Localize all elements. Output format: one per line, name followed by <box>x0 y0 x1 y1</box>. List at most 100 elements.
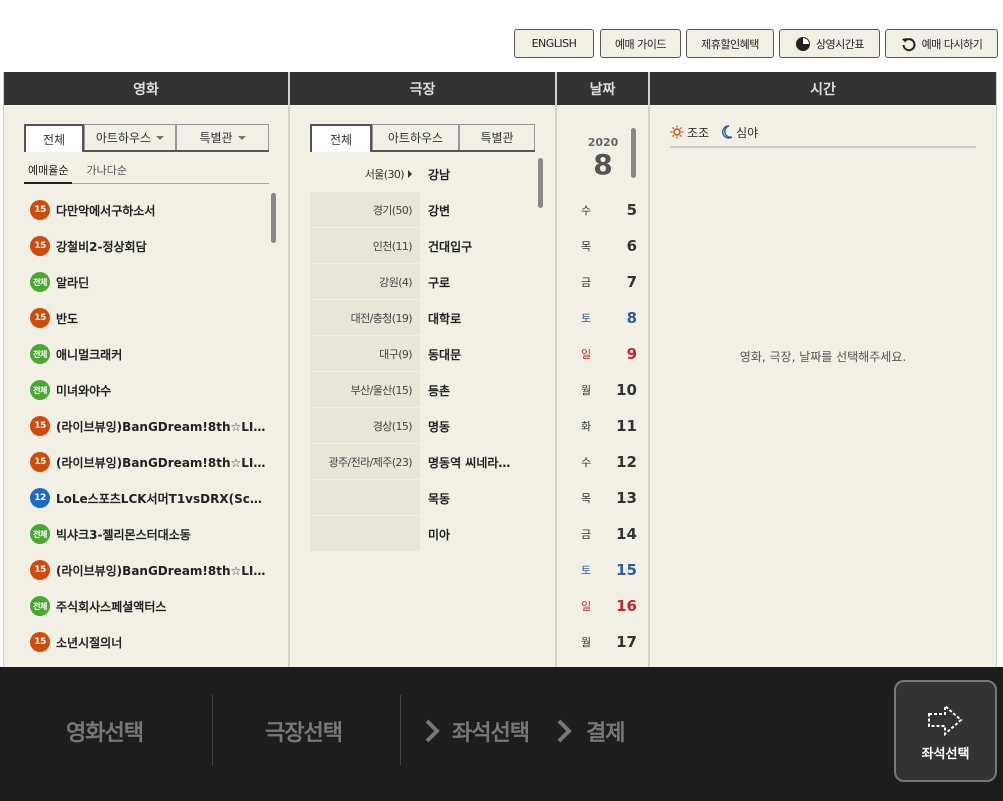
region-item[interactable]: 강원(4) <box>310 264 420 299</box>
movie-tab-all[interactable]: 전체 <box>24 124 84 152</box>
date-item[interactable]: 토8 <box>577 300 637 336</box>
day-of-week: 화 <box>580 420 592 433</box>
day-number: 7 <box>626 273 637 291</box>
movie-list-item[interactable]: 전체 빅샤크3-젤리몬스터대소동 <box>24 516 269 552</box>
date-item[interactable]: 일 16 <box>577 588 637 624</box>
day-number: 5 <box>626 201 637 219</box>
movie-list-item[interactable]: 전체 주식회사스페셜액터스 <box>24 588 269 624</box>
movie-title: (라이브뷰잉)BanGDream!8th☆LI… <box>56 419 266 434</box>
theater-item[interactable]: 강변 <box>420 192 535 228</box>
movie-list-item[interactable]: 12 LoLe스포츠LCK서머T1vsDRX(Scr… <box>24 480 269 516</box>
theater-item[interactable]: 구로 <box>420 264 535 300</box>
theater-item[interactable]: 대학로 <box>420 300 535 336</box>
region-item[interactable]: 대전/충청(19) <box>310 300 420 335</box>
theater-item[interactable]: 동대문 <box>420 336 535 372</box>
movie-list-item[interactable]: 전체 알라딘 <box>24 264 269 300</box>
sun-icon <box>670 125 684 139</box>
movie-list-item[interactable]: 15 다만악에서구하소서 <box>24 192 269 228</box>
theater-row: 미아 <box>310 516 545 552</box>
sort-by-name[interactable]: 가나다순 <box>82 160 130 184</box>
movie-list-item[interactable]: 15 반도 <box>24 300 269 336</box>
date-item[interactable]: 목 13 <box>577 480 637 516</box>
step-theater[interactable]: 극장선택 <box>265 715 343 747</box>
theater-item[interactable]: 명동 <box>420 408 535 444</box>
movie-title: (라이브뷰잉)BanGDream!8th☆LI… <box>56 455 266 470</box>
discount-label: 제휴할인혜택 <box>701 37 759 51</box>
theater-item[interactable]: 건대입구 <box>420 228 535 264</box>
step-seat[interactable]: 좌석선택 <box>452 715 530 747</box>
theater-tab-special[interactable]: 특별관 <box>459 124 535 150</box>
discount-button[interactable]: 제휴할인혜택 <box>686 29 774 58</box>
theater-item[interactable]: 강남 <box>420 156 535 192</box>
movie-list-item[interactable]: 15 (라이브뷰잉)BanGDream!8th☆LI… <box>24 444 269 480</box>
movie-title: 주식회사스페셜액터스 <box>56 599 167 614</box>
theater-item[interactable]: 미아 <box>420 516 535 552</box>
theater-item[interactable]: 등촌 <box>420 372 535 408</box>
rating-badge: 12 <box>30 488 50 508</box>
movie-list-item[interactable]: 전체 미녀와야수 <box>24 372 269 408</box>
region-item[interactable]: 광주/전라/제주(23) <box>310 444 420 479</box>
top-toolbar: ENGLISH 예매 가이드 제휴할인혜택 상영시간표 예매 다시하기 <box>0 0 1003 72</box>
day-number: 13 <box>616 489 637 507</box>
day-of-week: 금 <box>580 276 592 289</box>
date-item[interactable]: 수5 <box>577 192 637 228</box>
date-item[interactable]: 월 17 <box>577 624 637 660</box>
day-number: 14 <box>616 525 637 543</box>
rating-badge: 전체 <box>30 272 50 292</box>
region-item[interactable]: 대구(9) <box>310 336 420 371</box>
english-button[interactable]: ENGLISH <box>514 29 594 58</box>
day-number: 16 <box>616 597 637 615</box>
region-item[interactable]: 경기(50) <box>310 192 420 227</box>
movie-tab-special[interactable]: 특별관 <box>176 124 269 150</box>
date-item[interactable]: 금7 <box>577 264 637 300</box>
movie-tab-arthouse[interactable]: 아트하우스 <box>84 124 176 150</box>
theater-tab-arthouse[interactable]: 아트하우스 <box>372 124 459 150</box>
movie-tab-special-label: 특별관 <box>199 131 233 145</box>
movie-list-item[interactable]: 15 (라이브뷰잉)BanGDream!8th☆LI… <box>24 552 269 588</box>
restart-button[interactable]: 예매 다시하기 <box>885 29 998 58</box>
date-item[interactable]: 수 12 <box>577 444 637 480</box>
theater-list-scrollbar[interactable] <box>538 158 543 208</box>
date-item[interactable]: 월 10 <box>577 372 637 408</box>
region-item <box>310 516 420 551</box>
theater-panel: 극장 전체 아트하우스 특별관 서울(30) 강남경기(50) 강변 인천(11) 건대… <box>289 72 556 667</box>
region-label: 경기(50) <box>372 203 413 217</box>
date-item[interactable]: 금 14 <box>577 516 637 552</box>
guide-button[interactable]: 예매 가이드 <box>600 29 681 58</box>
region-item[interactable]: 경상(15) <box>310 408 420 443</box>
date-item[interactable]: 토 15 <box>577 552 637 588</box>
movie-title: 알라딘 <box>56 275 90 290</box>
movie-tab-all-label: 전체 <box>42 132 66 147</box>
timetable-button[interactable]: 상영시간표 <box>779 29 880 58</box>
movie-list-scrollbar[interactable] <box>271 193 276 243</box>
night-label: 심야 <box>736 125 759 140</box>
theater-item[interactable]: 명동역 씨네라… <box>420 444 535 480</box>
date-item[interactable]: 화 11 <box>577 408 637 444</box>
date-item[interactable]: 일9 <box>577 336 637 372</box>
theater-item[interactable]: 목동 <box>420 480 535 516</box>
movie-title: 빅샤크3-젤리몬스터대소동 <box>56 527 191 542</box>
step-divider <box>400 695 401 765</box>
region-item[interactable]: 서울(30) <box>310 156 420 191</box>
region-item[interactable]: 인천(11) <box>310 228 420 263</box>
movie-list-item[interactable]: 15 소년시절의너 <box>24 624 269 660</box>
next-seat-button[interactable]: 좌석선택 <box>894 680 997 782</box>
step-movie[interactable]: 영화선택 <box>66 715 144 747</box>
rating-badge: 전체 <box>30 344 50 364</box>
theater-tabs: 전체 아트하우스 특별관 <box>310 124 535 152</box>
date-item[interactable]: 목6 <box>577 228 637 264</box>
refresh-icon <box>901 37 916 51</box>
theater-tab-all[interactable]: 전체 <box>310 124 372 152</box>
movie-list-item[interactable]: 전체 애니멀크래커 <box>24 336 269 372</box>
rating-badge: 15 <box>30 632 50 652</box>
rating-badge: 전체 <box>30 596 50 616</box>
theater-panel-header: 극장 <box>290 72 555 105</box>
movie-list-item[interactable]: 15 (라이브뷰잉)BanGDream!8th☆LI… <box>24 408 269 444</box>
region-label: 광주/전라/제주(23) <box>328 455 412 469</box>
date-list-scrollbar[interactable] <box>631 128 636 178</box>
sort-by-booking-rate[interactable]: 예매율순 <box>24 160 73 184</box>
step-payment[interactable]: 결제 <box>586 715 625 747</box>
movie-list-item[interactable]: 15 강철비2-정상회담 <box>24 228 269 264</box>
region-item[interactable]: 부산/울산(15) <box>310 372 420 407</box>
day-number: 17 <box>616 633 637 651</box>
